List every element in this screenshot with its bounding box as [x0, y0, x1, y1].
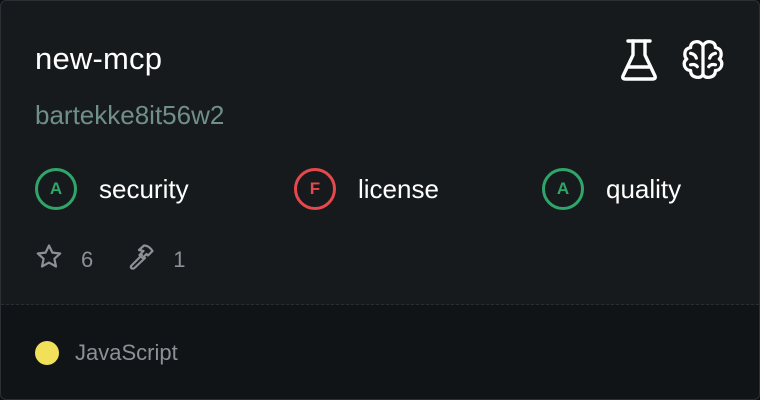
- stars-stat[interactable]: 6: [35, 243, 93, 277]
- card-footer: JavaScript: [1, 305, 759, 399]
- grade-badge: F: [294, 168, 336, 210]
- grade-license[interactable]: F license: [294, 167, 439, 211]
- grade-quality[interactable]: A quality: [542, 167, 681, 211]
- grade-list: A security F license A quality: [35, 167, 735, 211]
- star-icon: [35, 243, 63, 277]
- hammer-icon: [127, 243, 155, 277]
- stars-count: 6: [81, 247, 94, 272]
- grade-badge: A: [35, 168, 77, 210]
- tools-stat[interactable]: 1: [127, 243, 186, 277]
- grade-badge: A: [542, 168, 584, 210]
- grade-label: security: [99, 174, 189, 204]
- stats-row: 6 1: [35, 243, 220, 277]
- grade-label: quality: [606, 174, 682, 204]
- repo-author[interactable]: bartekke8it56w2: [35, 98, 224, 132]
- flask-icon: [617, 37, 661, 83]
- language-info: JavaScript: [35, 340, 178, 366]
- header-icons: [617, 37, 725, 83]
- language-color-dot: [35, 341, 59, 365]
- server-card[interactable]: new-mcp bartekke8it56w2 A security F lic…: [0, 0, 760, 400]
- tools-count: 1: [173, 247, 186, 272]
- language-name: JavaScript: [75, 340, 178, 365]
- grade-security[interactable]: A security: [35, 167, 189, 211]
- brain-icon: [681, 37, 725, 83]
- repo-title[interactable]: new-mcp: [35, 39, 162, 79]
- grade-label: license: [358, 174, 439, 204]
